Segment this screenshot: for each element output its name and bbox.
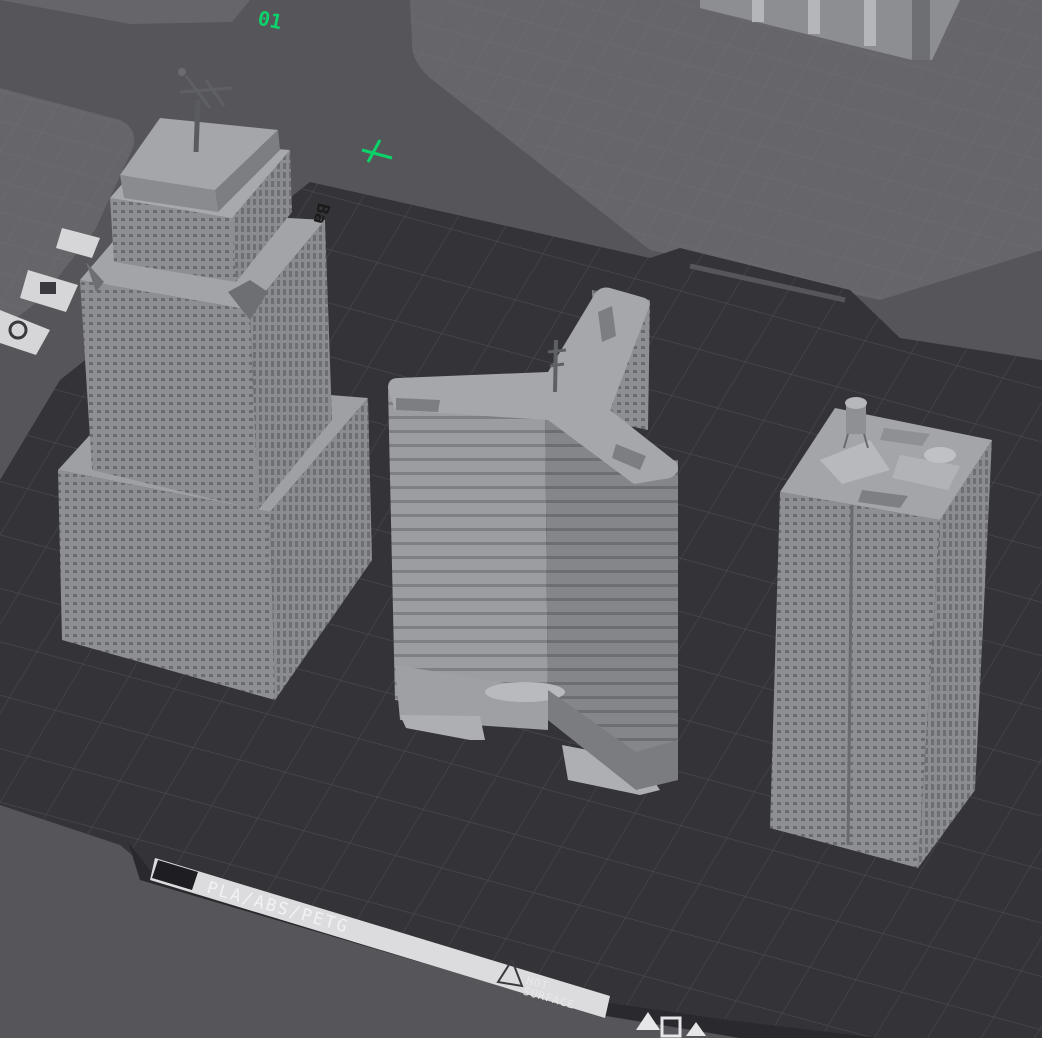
scene-canvas[interactable] [0,0,1042,1038]
3d-viewport[interactable]: 01 Ba PLA/ABS/PETG HOT SURFACE [0,0,1042,1038]
plate-number-label: 01 [255,5,285,35]
rectangular-tower-with-water-tank[interactable] [770,397,992,868]
